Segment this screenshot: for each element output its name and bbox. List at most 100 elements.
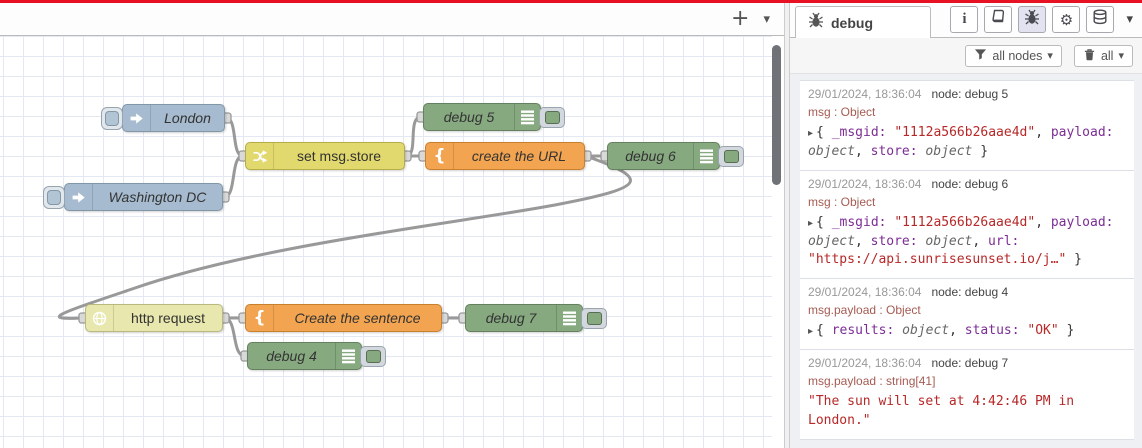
wire-layer — [57, 111, 632, 362]
node-label: Create the sentence — [294, 310, 421, 326]
expand-icon[interactable]: ▸ — [808, 128, 813, 139]
funnel-icon — [974, 48, 987, 64]
flow-node-washington-dc[interactable]: Washington DC — [43, 183, 223, 211]
expand-icon[interactable]: ▸ — [808, 326, 813, 337]
expand-icon[interactable]: ▸ — [808, 218, 813, 229]
debug-message: 29/01/2024, 18:36:04 node: debug 7 msg.pay… — [800, 350, 1134, 440]
filter-nodes-button[interactable]: all nodes ▾ — [965, 44, 1062, 67]
gear-icon: ⚙ — [1059, 10, 1074, 29]
flow-node-debug-6[interactable]: debug 6 — [607, 142, 744, 170]
template-brace-icon: { — [426, 143, 454, 169]
flow-node-create-the-sentence[interactable]: { Create the sentence — [245, 304, 442, 332]
flow-list-dropdown-icon[interactable]: ▾ — [763, 13, 770, 26]
bug-icon — [808, 12, 824, 33]
context-tab-button[interactable] — [1086, 6, 1115, 33]
globe-icon — [86, 305, 114, 331]
message-node-name: node: debug 6 — [931, 176, 1009, 191]
debug-toggle-button[interactable] — [360, 346, 386, 367]
canvas-scrollbar[interactable] — [772, 45, 781, 185]
flow-node-london[interactable]: London — [101, 104, 225, 132]
message-timestamp: 29/01/2024, 18:36:04 — [808, 176, 922, 191]
node-label: debug 5 — [443, 109, 495, 125]
flow-workspace: + ▾ London Washington DC set msg.store debu… — [0, 3, 784, 448]
inject-arrow-icon — [65, 184, 93, 210]
flow-node-http-request[interactable]: http request — [85, 304, 223, 332]
wire[interactable] — [224, 116, 245, 158]
settings-tab-button[interactable]: ⚙ — [1052, 6, 1081, 33]
workspace-header: + ▾ — [0, 3, 784, 36]
sidebar-menu-icon[interactable]: ▾ — [1126, 12, 1133, 27]
wire[interactable] — [222, 316, 247, 358]
inject-button[interactable] — [43, 186, 65, 209]
help-tab-button[interactable] — [984, 6, 1013, 33]
message-node-name: node: debug 4 — [931, 285, 1009, 300]
message-node-name: node: debug 7 — [931, 356, 1009, 371]
message-property-path: msg : Object — [808, 194, 876, 209]
tab-debug-label: debug — [831, 14, 873, 31]
shuffle-icon — [246, 143, 274, 169]
flow-node-debug-4[interactable]: debug 4 — [247, 342, 386, 370]
database-icon — [1092, 9, 1108, 30]
clear-messages-label: all — [1100, 48, 1114, 63]
debug-message: 29/01/2024, 18:36:04 node: debug 6 msg : O… — [800, 170, 1134, 280]
debug-toggle-button[interactable] — [718, 146, 744, 167]
node-label: debug 6 — [625, 148, 676, 164]
message-meta: 29/01/2024, 18:36:04 node: debug 5 — [808, 87, 1128, 101]
sidebar-toolbar: i ⚙ ▾ — [931, 6, 1142, 37]
debug-message: 29/01/2024, 18:36:04 node: debug 5 msg : O… — [800, 80, 1134, 171]
wire[interactable] — [222, 154, 245, 199]
debug-toggle-button[interactable] — [539, 107, 565, 128]
debug-toggle-button[interactable] — [581, 308, 607, 329]
chevron-down-icon: ▾ — [1047, 49, 1053, 62]
debug-tab-button[interactable] — [1018, 6, 1047, 33]
info-icon: i — [962, 11, 967, 27]
flow-node-create-the-url[interactable]: { create the URL — [425, 142, 585, 170]
node-label: http request — [131, 310, 205, 326]
debug-output-icon — [514, 104, 540, 130]
debug-output-icon — [693, 143, 719, 169]
tab-debug[interactable]: debug — [795, 6, 931, 38]
debug-output-icon — [335, 343, 361, 369]
node-label: London — [164, 110, 211, 126]
add-flow-button[interactable]: + — [731, 8, 749, 30]
message-meta: 29/01/2024, 18:36:04 node: debug 7 — [808, 356, 1128, 370]
message-property-path: msg.payload : Object — [808, 303, 921, 318]
debug-filter-row: all nodes ▾ all ▾ — [790, 38, 1142, 74]
message-payload: ▸{ results: object, status: "OK" } — [808, 323, 1075, 339]
node-label: set msg.store — [296, 148, 382, 164]
wire[interactable] — [404, 115, 423, 158]
info-tab-button[interactable]: i — [950, 6, 979, 33]
inject-arrow-icon — [123, 105, 151, 131]
bug-icon — [1024, 9, 1040, 30]
flow-node-debug-5[interactable]: debug 5 — [423, 103, 565, 131]
message-property-path: msg : Object — [808, 105, 876, 119]
message-timestamp: 29/01/2024, 18:36:04 — [808, 356, 922, 371]
node-label: debug 7 — [485, 310, 537, 326]
message-meta: 29/01/2024, 18:36:04 node: debug 4 — [808, 285, 1128, 299]
inject-button[interactable] — [101, 107, 123, 130]
message-property-path: msg.payload : string[41] — [808, 374, 936, 389]
debug-output-icon — [556, 305, 582, 331]
message-timestamp: 29/01/2024, 18:36:04 — [808, 285, 922, 300]
sidebar-tabs: debug i ⚙ ▾ — [790, 3, 1142, 38]
debug-sidebar: debug i ⚙ ▾ all nodes ▾ all ▾ 29/01/2024… — [790, 3, 1142, 448]
node-label: Washington DC — [108, 189, 207, 205]
message-meta: 29/01/2024, 18:36:04 node: debug 6 — [808, 177, 1128, 191]
flow-node-set-msg-store[interactable]: set msg.store — [245, 142, 405, 170]
flow-node-debug-7[interactable]: debug 7 — [465, 304, 607, 332]
filter-nodes-label: all nodes — [992, 48, 1043, 63]
message-payload: ▸{ _msgid: "1112a566b26aae4d", payload: … — [808, 214, 1114, 268]
flow-canvas[interactable]: London Washington DC set msg.store debug 5 {… — [0, 36, 784, 448]
debug-messages[interactable]: 29/01/2024, 18:36:04 node: debug 5 msg : O… — [790, 74, 1142, 448]
chevron-down-icon: ▾ — [1118, 49, 1124, 62]
clear-messages-button[interactable]: all ▾ — [1073, 44, 1133, 67]
message-payload: ▸{ _msgid: "1112a566b26aae4d", payload: … — [808, 125, 1114, 159]
debug-message: 29/01/2024, 18:36:04 node: debug 4 msg.pay… — [800, 279, 1134, 351]
message-node-name: node: debug 5 — [931, 87, 1009, 101]
wire[interactable] — [57, 154, 632, 320]
template-brace-icon: { — [246, 305, 274, 331]
message-payload: "The sun will set at 4:42:46 PM in Londo… — [808, 394, 1075, 428]
message-timestamp: 29/01/2024, 18:36:04 — [808, 87, 922, 101]
node-label: create the URL — [471, 148, 567, 164]
book-icon — [990, 9, 1006, 30]
